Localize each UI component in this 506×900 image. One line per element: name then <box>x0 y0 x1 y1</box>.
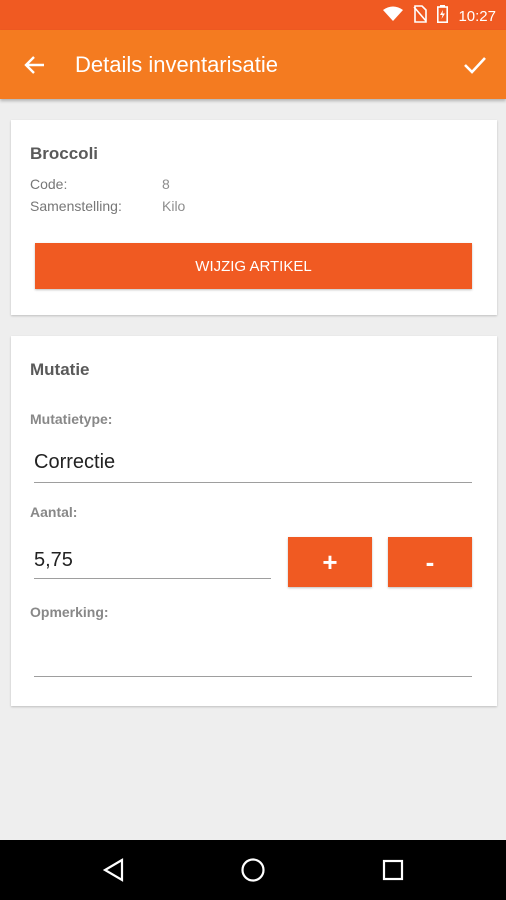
app-toolbar: Details inventarisatie <box>0 30 506 99</box>
page-title: Details inventarisatie <box>75 52 278 77</box>
nav-back-button[interactable] <box>93 850 133 890</box>
decrease-button[interactable]: - <box>388 537 472 587</box>
wifi-icon <box>383 6 404 26</box>
remark-label: Opmerking: <box>30 604 109 620</box>
mutation-card: Mutatie Mutatietype: Correctie Aantal: 5… <box>11 336 497 706</box>
navigation-bar <box>0 840 506 900</box>
status-icons: 10:27 <box>383 5 496 27</box>
remark-underline <box>34 676 472 677</box>
amount-underline <box>34 578 271 579</box>
no-sim-icon <box>413 5 428 27</box>
battery-icon <box>437 5 449 27</box>
mutation-type-select[interactable]: Correctie <box>34 441 472 483</box>
article-name: Broccoli <box>30 144 99 163</box>
confirm-button[interactable] <box>458 48 492 82</box>
increase-button[interactable]: + <box>288 537 372 587</box>
code-value: 8 <box>162 176 170 192</box>
status-bar: 10:27 <box>0 0 506 30</box>
status-time: 10:27 <box>458 7 496 25</box>
amount-label: Aantal: <box>30 504 78 520</box>
remark-input[interactable] <box>34 634 472 678</box>
composition-label: Samenstelling: <box>30 198 122 214</box>
back-button[interactable] <box>18 48 52 82</box>
mutation-type-label: Mutatietype: <box>30 411 113 427</box>
mutation-type-underline <box>34 482 472 483</box>
triangle-back-icon <box>102 858 124 882</box>
mutation-type-value: Correctie <box>34 451 116 473</box>
amount-input[interactable]: 5,75 <box>34 539 271 581</box>
composition-value: Kilo <box>162 198 186 214</box>
article-card: Broccoli Code: 8 Samenstelling: Kilo WIJ… <box>11 120 497 315</box>
mutation-title: Mutatie <box>30 360 90 379</box>
arrow-back-icon <box>24 56 44 74</box>
nav-recents-button[interactable] <box>373 850 413 890</box>
code-label: Code: <box>30 176 68 192</box>
amount-value: 5,75 <box>34 549 73 571</box>
nav-home-button[interactable] <box>233 850 273 890</box>
edit-article-button[interactable]: WIJZIG ARTIKEL <box>35 243 472 289</box>
circle-home-icon <box>241 858 265 882</box>
check-icon <box>464 57 486 74</box>
square-recents-icon <box>382 859 404 881</box>
